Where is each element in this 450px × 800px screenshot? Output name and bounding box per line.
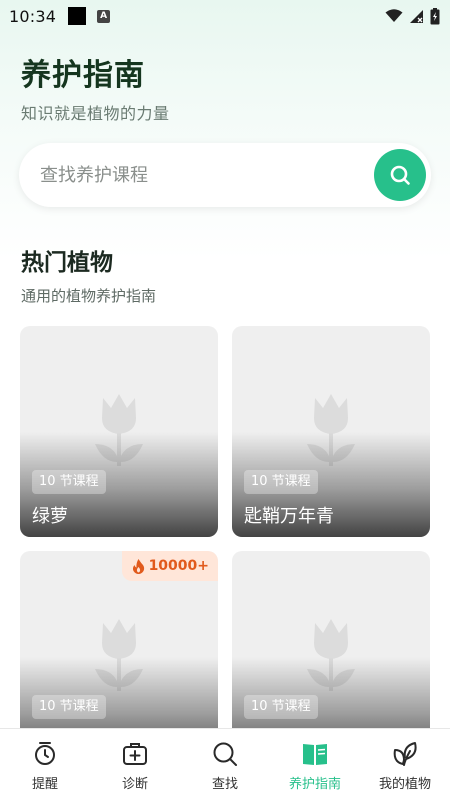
course-count-tag: 10 节课程 bbox=[244, 695, 318, 719]
course-count-tag: 10 节课程 bbox=[244, 470, 318, 494]
open-book-icon bbox=[303, 744, 327, 765]
section-title: 热门植物 bbox=[21, 250, 113, 276]
alarm-clock-icon bbox=[35, 742, 55, 765]
search-bar bbox=[19, 143, 431, 207]
status-time: 10:34 bbox=[9, 6, 57, 26]
course-count-tag: 10 节课程 bbox=[32, 470, 106, 494]
course-count-tag: 10 节课程 bbox=[32, 695, 106, 719]
battery-icon bbox=[430, 7, 440, 24]
nav-label: 提醒 bbox=[31, 777, 58, 792]
leaves-icon bbox=[393, 742, 417, 766]
header-background bbox=[0, 0, 450, 260]
nav-label: 养护指南 bbox=[288, 777, 341, 792]
bottom-nav: 提醒 诊断 查找 养护指南 我的植物 bbox=[0, 728, 450, 800]
nav-label: 诊断 bbox=[121, 777, 148, 792]
plant-card[interactable]: 10 节课程 匙鞘万年青 bbox=[232, 326, 430, 537]
nav-item-my-plants[interactable]: 我的植物 bbox=[360, 729, 450, 800]
notification-square-icon bbox=[68, 7, 87, 25]
status-bar: 10:34 A bbox=[0, 0, 450, 32]
search-button[interactable] bbox=[374, 149, 426, 201]
page-title: 养护指南 bbox=[21, 58, 145, 93]
wifi-icon bbox=[385, 9, 403, 22]
search-input[interactable] bbox=[40, 164, 360, 186]
page-subtitle: 知识就是植物的力量 bbox=[21, 104, 170, 123]
medical-kit-icon bbox=[123, 743, 147, 765]
nav-item-care-guide[interactable]: 养护指南 bbox=[270, 729, 360, 800]
cellular-signal-icon bbox=[410, 9, 423, 23]
plant-name: 匙鞘万年青 bbox=[244, 506, 334, 527]
search-icon bbox=[213, 742, 237, 766]
plant-name: 绿萝 bbox=[32, 506, 68, 527]
fire-icon bbox=[132, 558, 144, 574]
popularity-count: 10000+ bbox=[148, 558, 209, 574]
nav-item-search[interactable]: 查找 bbox=[180, 729, 270, 800]
search-icon bbox=[390, 165, 410, 185]
page-header: 养护指南 知识就是植物的力量 bbox=[21, 56, 170, 124]
nav-item-diagnose[interactable]: 诊断 bbox=[90, 729, 180, 800]
section-subtitle: 通用的植物养护指南 bbox=[21, 287, 157, 305]
popularity-badge: 10000+ bbox=[121, 551, 218, 581]
notification-a-icon: A bbox=[97, 9, 111, 23]
nav-label: 我的植物 bbox=[378, 777, 431, 792]
nav-label: 查找 bbox=[211, 777, 238, 792]
nav-item-reminder[interactable]: 提醒 bbox=[0, 729, 90, 800]
status-icons bbox=[385, 7, 440, 25]
plant-card[interactable]: 10 节课程 绿萝 bbox=[20, 326, 218, 537]
